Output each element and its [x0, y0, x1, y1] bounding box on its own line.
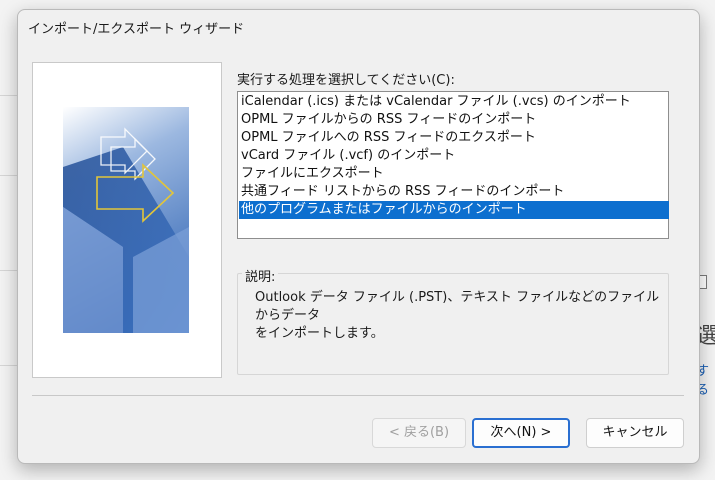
dialog-title: インポート/エクスポート ウィザード	[28, 22, 245, 37]
list-item[interactable]: OPML ファイルからの RSS フィードのインポート	[239, 111, 669, 129]
description-group: 説明: Outlook データ ファイル (.PST)、テキスト ファイルなどの…	[237, 266, 669, 375]
cancel-button[interactable]: キャンセル	[586, 418, 684, 448]
list-item[interactable]: vCard ファイル (.vcf) のインポート	[239, 147, 669, 165]
description-legend: 説明:	[242, 266, 279, 285]
list-item[interactable]: iCalendar (.ics) または vCalendar ファイル (.vc…	[239, 93, 669, 111]
action-listbox[interactable]: iCalendar (.ics) または vCalendar ファイル (.vc…	[237, 91, 669, 239]
dialog-titlebar[interactable]: インポート/エクスポート ウィザード	[18, 10, 699, 42]
list-item[interactable]: 共通フィード リストからの RSS フィードのインポート	[239, 183, 669, 201]
next-button[interactable]: 次へ(N) >	[472, 418, 570, 448]
import-export-wizard-dialog: インポート/エクスポート ウィザード 実行する処理を選択してください(C): i…	[17, 9, 700, 464]
action-prompt-label: 実行する処理を選択してください(C):	[237, 73, 455, 88]
import-export-arrows-icon	[63, 107, 189, 333]
wizard-image-panel	[32, 62, 222, 378]
list-item[interactable]: ファイルにエクスポート	[239, 165, 669, 183]
back-button[interactable]: < 戻る(B)	[372, 418, 466, 448]
list-item[interactable]: OPML ファイルへの RSS フィードのエクスポート	[239, 129, 669, 147]
button-separator	[32, 395, 684, 396]
description-text: Outlook データ ファイル (.PST)、テキスト ファイルなどのファイル…	[255, 289, 665, 343]
description-line: Outlook データ ファイル (.PST)、テキスト ファイルなどのファイル…	[255, 290, 660, 323]
description-line: をインポートします。	[255, 326, 384, 341]
list-item-selected[interactable]: 他のプログラムまたはファイルからのインポート	[239, 201, 669, 219]
